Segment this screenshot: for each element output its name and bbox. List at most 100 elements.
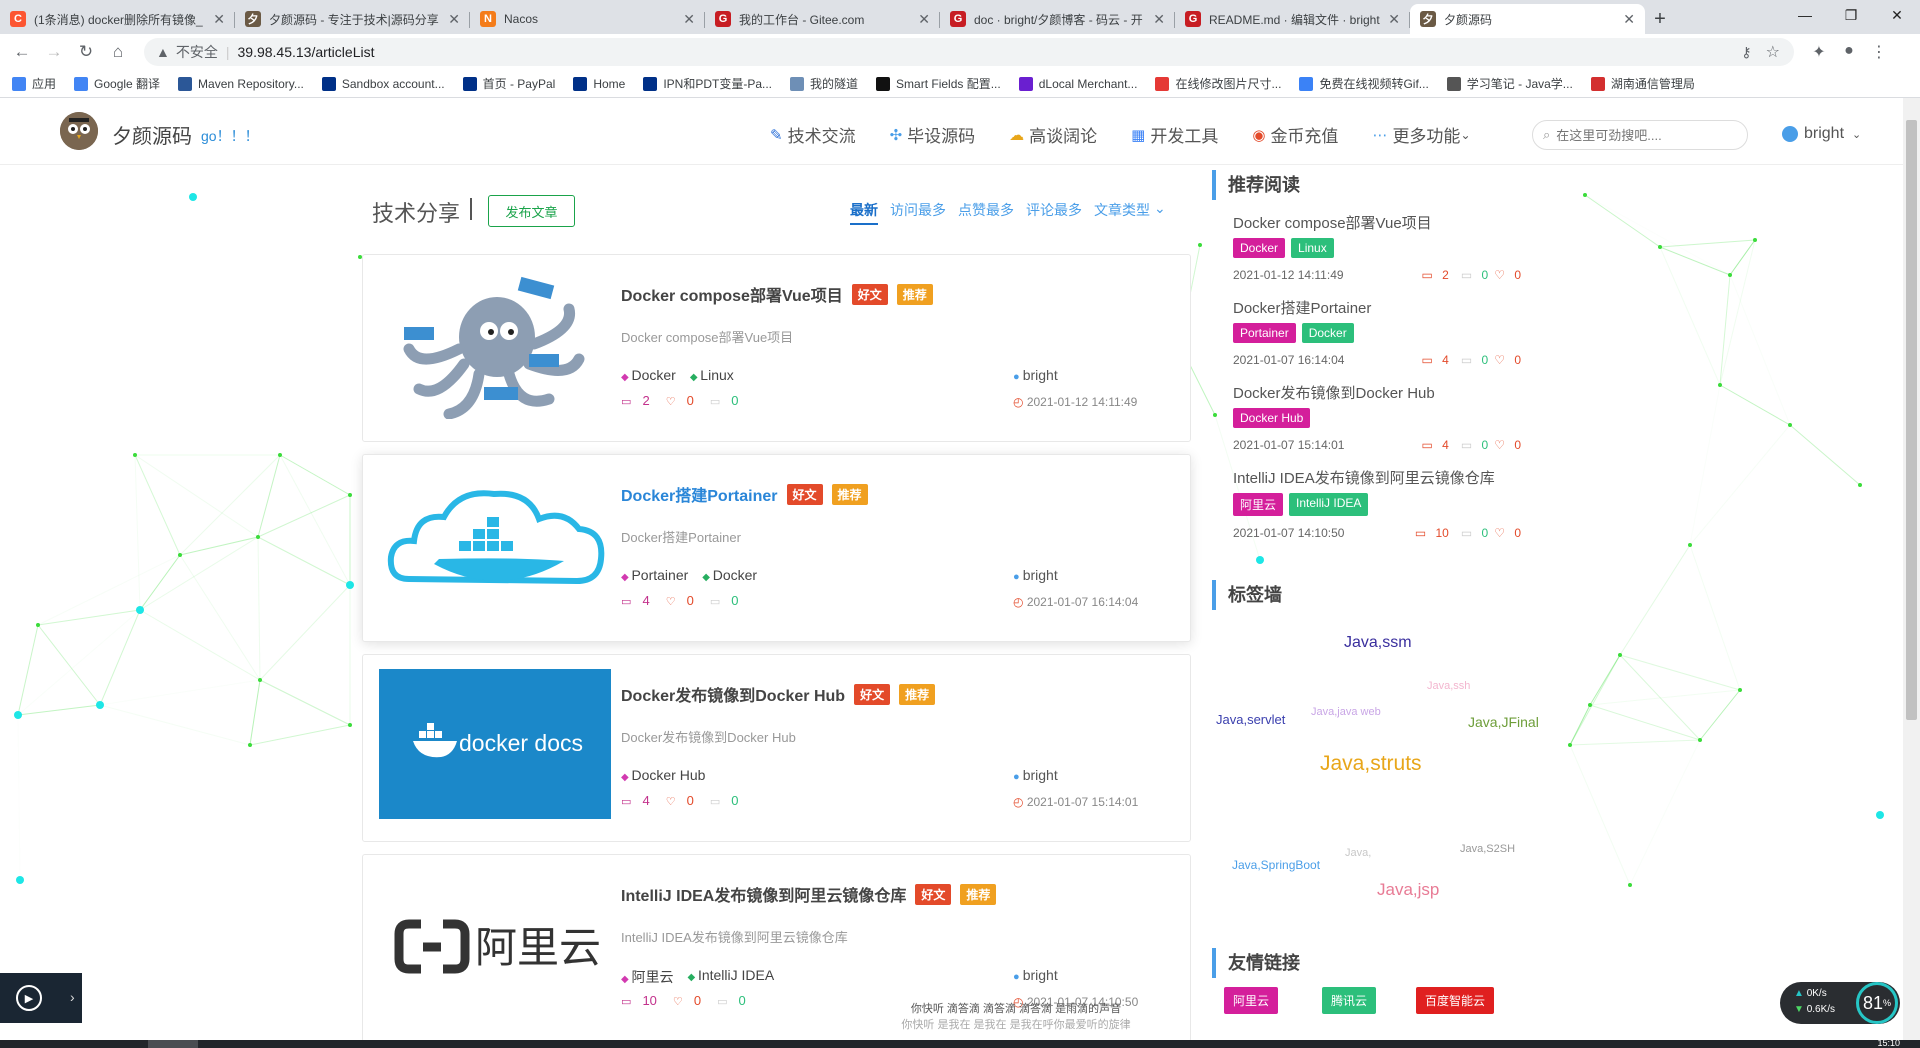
article-author[interactable]: bright <box>1013 567 1058 583</box>
recommend-tag[interactable]: IntelliJ IDEA <box>1289 493 1369 516</box>
article-author[interactable]: bright <box>1013 767 1058 783</box>
bookmark-item[interactable]: Sandbox account... <box>321 76 445 91</box>
scrollbar-thumb[interactable] <box>1906 120 1917 720</box>
friend-link[interactable]: 百度智能云 <box>1416 987 1495 1014</box>
forward-icon[interactable]: → <box>40 38 68 66</box>
minimize-icon[interactable]: — <box>1782 0 1828 30</box>
article-tag[interactable]: IntelliJ IDEA <box>687 967 774 987</box>
recommend-title[interactable]: Docker搭建Portainer <box>1233 297 1533 318</box>
music-player[interactable]: ▶ › <box>0 973 82 1023</box>
tab-close-icon[interactable]: ✕ <box>683 11 695 28</box>
bookmark-item[interactable]: 湖南通信管理局 <box>1590 75 1695 92</box>
article-thumbnail[interactable]: 阿里云 <box>379 869 611 1019</box>
article-title[interactable]: Docker发布镜像到Docker Hub 好文 推荐 <box>621 682 936 706</box>
article-title[interactable]: IntelliJ IDEA发布镜像到阿里云镜像仓库 好文 推荐 <box>621 882 997 906</box>
nav-item[interactable]: ✣ 毕设源码 <box>890 122 976 147</box>
browser-tab[interactable]: 夕夕颜源码 - 专注于技术|源码分享 ✕ <box>235 4 470 34</box>
extensions-icon[interactable]: ✦ <box>1804 42 1834 62</box>
recommend-title[interactable]: IntelliJ IDEA发布镜像到阿里云镜像仓库 <box>1233 467 1533 488</box>
tag-cloud-item[interactable]: Java,jsp <box>1377 880 1439 900</box>
article-author[interactable]: bright <box>1013 967 1058 983</box>
bookmark-item[interactable]: IPN和PDT变量-Pa... <box>643 75 772 92</box>
tab-close-icon[interactable]: ✕ <box>213 11 225 28</box>
article-tag[interactable]: Docker Hub <box>621 767 705 783</box>
site-brand[interactable]: 夕颜源码 <box>112 120 192 149</box>
sort-tab[interactable]: 评论最多 <box>1026 200 1082 225</box>
home-icon[interactable]: ⌂ <box>104 38 132 66</box>
sort-tab[interactable]: 访问最多 <box>890 200 946 225</box>
browser-tab[interactable]: N Nacos ✕ <box>470 4 705 34</box>
address-bar[interactable]: ▲ 不安全 | 39.98.45.13/articleList ⚷ ☆ <box>144 38 1794 66</box>
menu-icon[interactable]: ⋮ <box>1864 42 1894 62</box>
article-title[interactable]: Docker搭建Portainer 好文 推荐 <box>621 482 868 506</box>
recommend-tag[interactable]: Docker <box>1233 238 1286 258</box>
recommend-title[interactable]: Docker compose部署Vue项目 <box>1233 212 1533 233</box>
article-title[interactable]: Docker compose部署Vue项目 好文 推荐 <box>621 282 933 306</box>
site-logo-owl-icon[interactable] <box>60 112 98 150</box>
profile-icon[interactable]: ● <box>1834 42 1864 62</box>
network-monitor[interactable]: ▲ 0K/s ▼ 0.6K/s 81% <box>1780 982 1900 1024</box>
key-icon[interactable]: ⚷ <box>1741 44 1751 61</box>
browser-tab[interactable]: 夕夕颜源码 ✕ <box>1410 4 1645 34</box>
user-menu[interactable]: bright ⌄ <box>1782 125 1861 143</box>
maximize-icon[interactable]: ❐ <box>1828 0 1874 30</box>
sort-tab[interactable]: 文章类型 <box>1094 200 1150 225</box>
article-tag[interactable]: Linux <box>690 367 733 383</box>
recommend-item[interactable]: Docker compose部署Vue项目 Docker Linux 2021-01-… <box>1233 212 1533 282</box>
article-card[interactable]: Docker搭建Portainer 好文推荐 Docker搭建Portainer Po… <box>362 454 1191 642</box>
browser-tab[interactable]: C (1条消息) docker删除所有镜像_ ✕ <box>0 4 235 34</box>
bookmark-item[interactable]: 免费在线视频转Gif... <box>1299 75 1429 92</box>
play-icon[interactable]: ▶ <box>16 985 42 1011</box>
tab-close-icon[interactable]: ✕ <box>1153 11 1165 28</box>
bookmark-item[interactable]: dLocal Merchant... <box>1018 76 1137 91</box>
recommend-tag[interactable]: Docker <box>1301 323 1354 343</box>
back-icon[interactable]: ← <box>8 38 36 66</box>
tag-cloud-item[interactable]: Java,ssm <box>1344 634 1412 652</box>
bookmark-item[interactable]: 首页 - PayPal <box>462 75 555 92</box>
bookmark-item[interactable]: 我的隧道 <box>790 75 858 92</box>
browser-tab[interactable]: G 我的工作台 - Gitee.com ✕ <box>705 4 940 34</box>
article-thumbnail[interactable] <box>379 269 611 419</box>
tab-close-icon[interactable]: ✕ <box>1388 11 1400 28</box>
close-window-icon[interactable]: ✕ <box>1874 0 1920 30</box>
friend-link[interactable]: 腾讯云 <box>1322 987 1377 1014</box>
bookmark-item[interactable]: 学习笔记 - Java学... <box>1446 75 1573 92</box>
bookmark-item[interactable]: Home <box>573 76 625 91</box>
friend-link[interactable]: 阿里云 <box>1224 987 1279 1014</box>
tag-cloud-item[interactable]: Java,servlet <box>1216 712 1285 727</box>
tag-cloud-item[interactable]: Java,S2SH <box>1460 843 1515 855</box>
article-thumbnail[interactable]: docker docs <box>379 669 611 819</box>
tab-close-icon[interactable]: ✕ <box>918 11 930 28</box>
chevron-right-icon[interactable]: › <box>70 989 75 1005</box>
nav-item[interactable]: ✎ 技术交流 <box>770 122 856 147</box>
bookmark-item[interactable]: 在线修改图片尺寸... <box>1155 75 1281 92</box>
tag-cloud-item[interactable]: Java,ssh <box>1427 680 1470 692</box>
reload-icon[interactable]: ↻ <box>72 38 100 66</box>
recommend-tag[interactable]: Portainer <box>1233 323 1296 343</box>
nav-item[interactable]: ☁ 高谈阔论 <box>1009 122 1097 147</box>
sort-tab[interactable]: 最新 <box>850 200 878 225</box>
new-tab-button[interactable]: + <box>1645 4 1675 34</box>
recommend-tag[interactable]: 阿里云 <box>1233 493 1284 516</box>
nav-item[interactable]: ▦ 开发工具 <box>1131 122 1218 147</box>
article-tag[interactable]: Docker <box>621 367 675 383</box>
browser-tab[interactable]: Gdoc · bright/夕颜博客 - 码云 - 开 ✕ <box>940 4 1175 34</box>
site-search[interactable]: ⌕ <box>1532 120 1748 150</box>
recommend-tag[interactable]: Linux <box>1291 238 1334 258</box>
browser-tab[interactable]: G README.md · 编辑文件 · bright ✕ <box>1175 4 1410 34</box>
article-tag[interactable]: 阿里云 <box>621 967 673 987</box>
url-text[interactable]: 39.98.45.13/articleList <box>238 44 375 60</box>
recommend-tag[interactable]: Docker Hub <box>1233 408 1311 428</box>
article-author[interactable]: bright <box>1013 367 1058 383</box>
article-card[interactable]: docker docs Docker发布镜像到Docker Hub 好文 推荐 Dock… <box>362 654 1191 842</box>
tag-cloud-item[interactable]: Java,SpringBoot <box>1232 858 1320 872</box>
nav-item[interactable]: ⋯ 更多功能 ⌄ <box>1372 122 1470 147</box>
recommend-item[interactable]: Docker搭建Portainer Portainer Docker 2021-01-… <box>1233 297 1533 367</box>
article-card[interactable]: Docker compose部署Vue项目 好文 推荐 Docker compose部… <box>362 254 1191 442</box>
nav-item[interactable]: ◉ 金币充值 <box>1252 122 1338 147</box>
publish-article-button[interactable]: 发布文章 <box>488 195 575 227</box>
bookmark-item[interactable]: 应用 <box>12 75 56 92</box>
article-thumbnail[interactable] <box>379 469 611 619</box>
tag-cloud-item[interactable]: Java,struts <box>1320 752 1422 776</box>
tab-close-icon[interactable]: ✕ <box>1623 11 1635 28</box>
